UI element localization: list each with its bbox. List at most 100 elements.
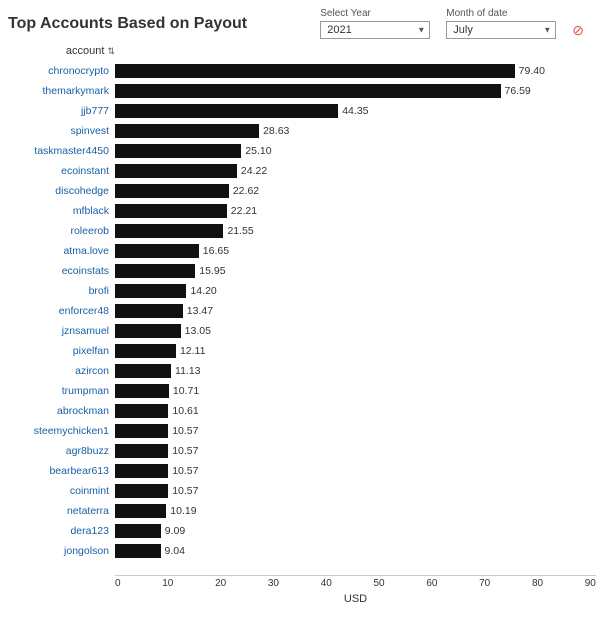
bar-value: 13.47 (187, 305, 213, 317)
bar-label: brofi (0, 285, 115, 297)
bar-track: 13.05 (115, 321, 610, 340)
month-select-wrapper: JanuaryFebruaryMarchAprilMayJuneJulyAugu… (446, 21, 556, 39)
filter-icon[interactable]: ⊘ (572, 22, 584, 39)
bar-value: 15.95 (199, 265, 225, 277)
bar-fill (115, 264, 195, 278)
x-tick: 90 (585, 578, 596, 589)
bar-row: abrockman10.61 (0, 401, 610, 420)
bar-row: pixelfan12.11 (0, 341, 610, 360)
account-header: account ⇅ (0, 45, 614, 61)
bar-row: bearbear613 10.57 (0, 461, 610, 480)
bar-label: jznsamuel (0, 325, 115, 337)
bar-row: jongolson9.04 (0, 541, 610, 560)
bar-label: netaterra (0, 505, 115, 517)
bar-row: themarkymark 76.59 (0, 81, 610, 100)
bar-fill (115, 404, 168, 418)
bar-row: roleerob 21.55 (0, 221, 610, 240)
bar-row: taskmaster445025.10 (0, 141, 610, 160)
bar-value: 44.35 (342, 105, 368, 117)
bar-fill (115, 204, 227, 218)
bar-row: mfblack22.21 (0, 201, 610, 220)
month-filter-group: Month of date JanuaryFebruaryMarchAprilM… (446, 8, 556, 39)
bar-label: bearbear613 (0, 465, 115, 477)
year-select[interactable]: 2019202020212022 (320, 21, 430, 39)
x-tick: 70 (479, 578, 490, 589)
bar-value: 25.10 (245, 145, 271, 157)
bar-label: agr8buzz (0, 445, 115, 457)
bar-track: 21.55 (115, 221, 610, 240)
bar-label: atma.love (0, 245, 115, 257)
bar-fill (115, 224, 223, 238)
bar-label: coinmint (0, 485, 115, 497)
bar-value: 10.19 (170, 505, 196, 517)
bar-fill (115, 84, 501, 98)
bar-value: 76.59 (505, 85, 531, 97)
bar-track: 11.13 (115, 361, 610, 380)
x-tick: 80 (532, 578, 543, 589)
bar-track: 10.71 (115, 381, 610, 400)
bar-fill (115, 304, 183, 318)
x-tick: 40 (321, 578, 332, 589)
bar-value: 10.57 (172, 445, 198, 457)
bar-value: 10.57 (172, 485, 198, 497)
bar-label: ecoinstant (0, 165, 115, 177)
month-label: Month of date (446, 8, 556, 19)
bar-value: 24.22 (241, 165, 267, 177)
bar-track: 22.62 (115, 181, 610, 200)
x-tick: 60 (426, 578, 437, 589)
bar-fill (115, 504, 166, 518)
bars-container[interactable]: chronocrypto79.40 themarkymark 76.59 jjb777… (0, 61, 614, 571)
year-select-wrapper: 2019202020212022 (320, 21, 430, 39)
bar-track: 76.59 (115, 81, 610, 100)
filters-area: Select Year 2019202020212022 Month of da… (320, 8, 584, 39)
bar-value: 9.09 (165, 525, 185, 537)
bar-value: 28.63 (263, 125, 289, 137)
bar-fill (115, 124, 259, 138)
bar-track: 15.95 (115, 261, 610, 280)
bar-track: 10.57 (115, 421, 610, 440)
bar-track: 44.35 (115, 101, 610, 120)
bar-track: 10.19 (115, 501, 610, 520)
bar-label: spinvest (0, 125, 115, 137)
bar-label: dera123 (0, 525, 115, 537)
bar-fill (115, 524, 161, 538)
bar-track: 9.04 (115, 541, 610, 560)
bar-track: 10.61 (115, 401, 610, 420)
bar-track: 22.21 (115, 201, 610, 220)
bar-label: abrockman (0, 405, 115, 417)
x-tick: 10 (162, 578, 173, 589)
x-tick: 0 (115, 578, 121, 589)
bar-fill (115, 184, 229, 198)
bar-label: themarkymark (0, 85, 115, 97)
bar-fill (115, 464, 168, 478)
bar-track: 10.57 (115, 481, 610, 500)
bar-label: ecoinstats (0, 265, 115, 277)
bar-label: enforcer48 (0, 305, 115, 317)
bar-fill (115, 344, 176, 358)
bar-value: 16.65 (203, 245, 229, 257)
bar-row: atma.love 16.65 (0, 241, 610, 260)
bar-row: steemychicken110.57 (0, 421, 610, 440)
bar-track: 10.57 (115, 441, 610, 460)
bar-fill (115, 424, 168, 438)
bar-value: 21.55 (227, 225, 253, 237)
bar-label: mfblack (0, 205, 115, 217)
bar-fill (115, 284, 186, 298)
month-select[interactable]: JanuaryFebruaryMarchAprilMayJuneJulyAugu… (446, 21, 556, 39)
bar-fill (115, 384, 169, 398)
bar-row: ecoinstant 24.22 (0, 161, 610, 180)
bar-label: discohedge (0, 185, 115, 197)
bar-row: trumpman10.71 (0, 381, 610, 400)
bar-fill (115, 144, 241, 158)
bar-value: 10.57 (172, 425, 198, 437)
sort-icon[interactable]: ⇅ (107, 46, 115, 57)
bar-row: azircon11.13 (0, 361, 610, 380)
bar-value: 10.57 (172, 465, 198, 477)
bar-fill (115, 484, 168, 498)
bar-row: chronocrypto79.40 (0, 61, 610, 80)
bar-label: jjb777 (0, 105, 115, 117)
x-axis-label: USD (115, 593, 596, 605)
bar-label: roleerob (0, 225, 115, 237)
bar-label: trumpman (0, 385, 115, 397)
bar-fill (115, 244, 199, 258)
